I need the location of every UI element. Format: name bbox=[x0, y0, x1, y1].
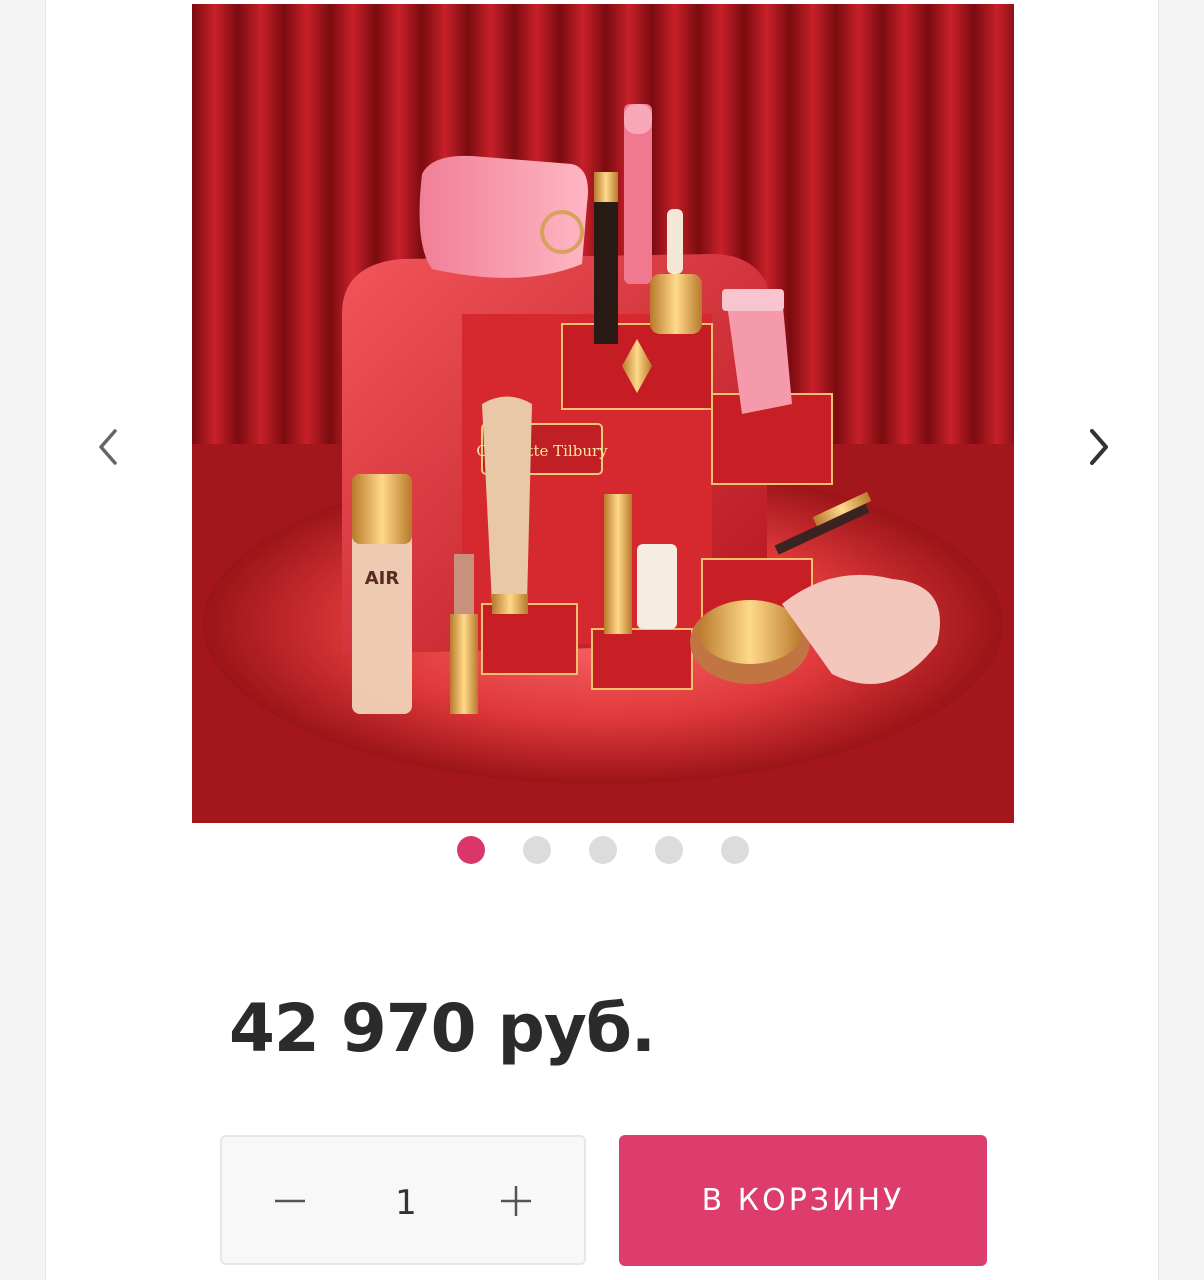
carousel-dot[interactable] bbox=[655, 836, 683, 864]
carousel-indicator bbox=[46, 836, 1160, 864]
chevron-right-icon bbox=[1090, 429, 1108, 465]
carousel-dot[interactable] bbox=[523, 836, 551, 864]
product-price: 42 970 руб. bbox=[229, 990, 656, 1067]
carousel-dot[interactable] bbox=[457, 836, 485, 864]
chevron-left-icon bbox=[99, 429, 117, 465]
product-image[interactable]: Charlotte Tilbury AIR bbox=[192, 4, 1014, 823]
minus-icon bbox=[275, 1199, 305, 1203]
carousel-dot[interactable] bbox=[589, 836, 617, 864]
previous-image-button[interactable] bbox=[83, 422, 133, 472]
quantity-stepper bbox=[220, 1135, 586, 1265]
product-page: Charlotte Tilbury AIR 42 970 руб. 1 В КО… bbox=[45, 0, 1159, 1280]
gift-set-illustration: Charlotte Tilbury AIR bbox=[192, 4, 1014, 823]
add-to-cart-button[interactable]: В КОРЗИНУ bbox=[619, 1135, 987, 1266]
quantity-input[interactable] bbox=[352, 1172, 460, 1234]
bottle-label-text: AIR bbox=[365, 568, 400, 589]
carousel-dot[interactable] bbox=[721, 836, 749, 864]
increase-quantity-button[interactable] bbox=[484, 1169, 548, 1233]
plus-icon bbox=[501, 1186, 531, 1216]
next-image-button[interactable] bbox=[1074, 422, 1124, 472]
product-gallery: Charlotte Tilbury AIR bbox=[46, 0, 1160, 880]
decrease-quantity-button[interactable] bbox=[258, 1169, 322, 1233]
